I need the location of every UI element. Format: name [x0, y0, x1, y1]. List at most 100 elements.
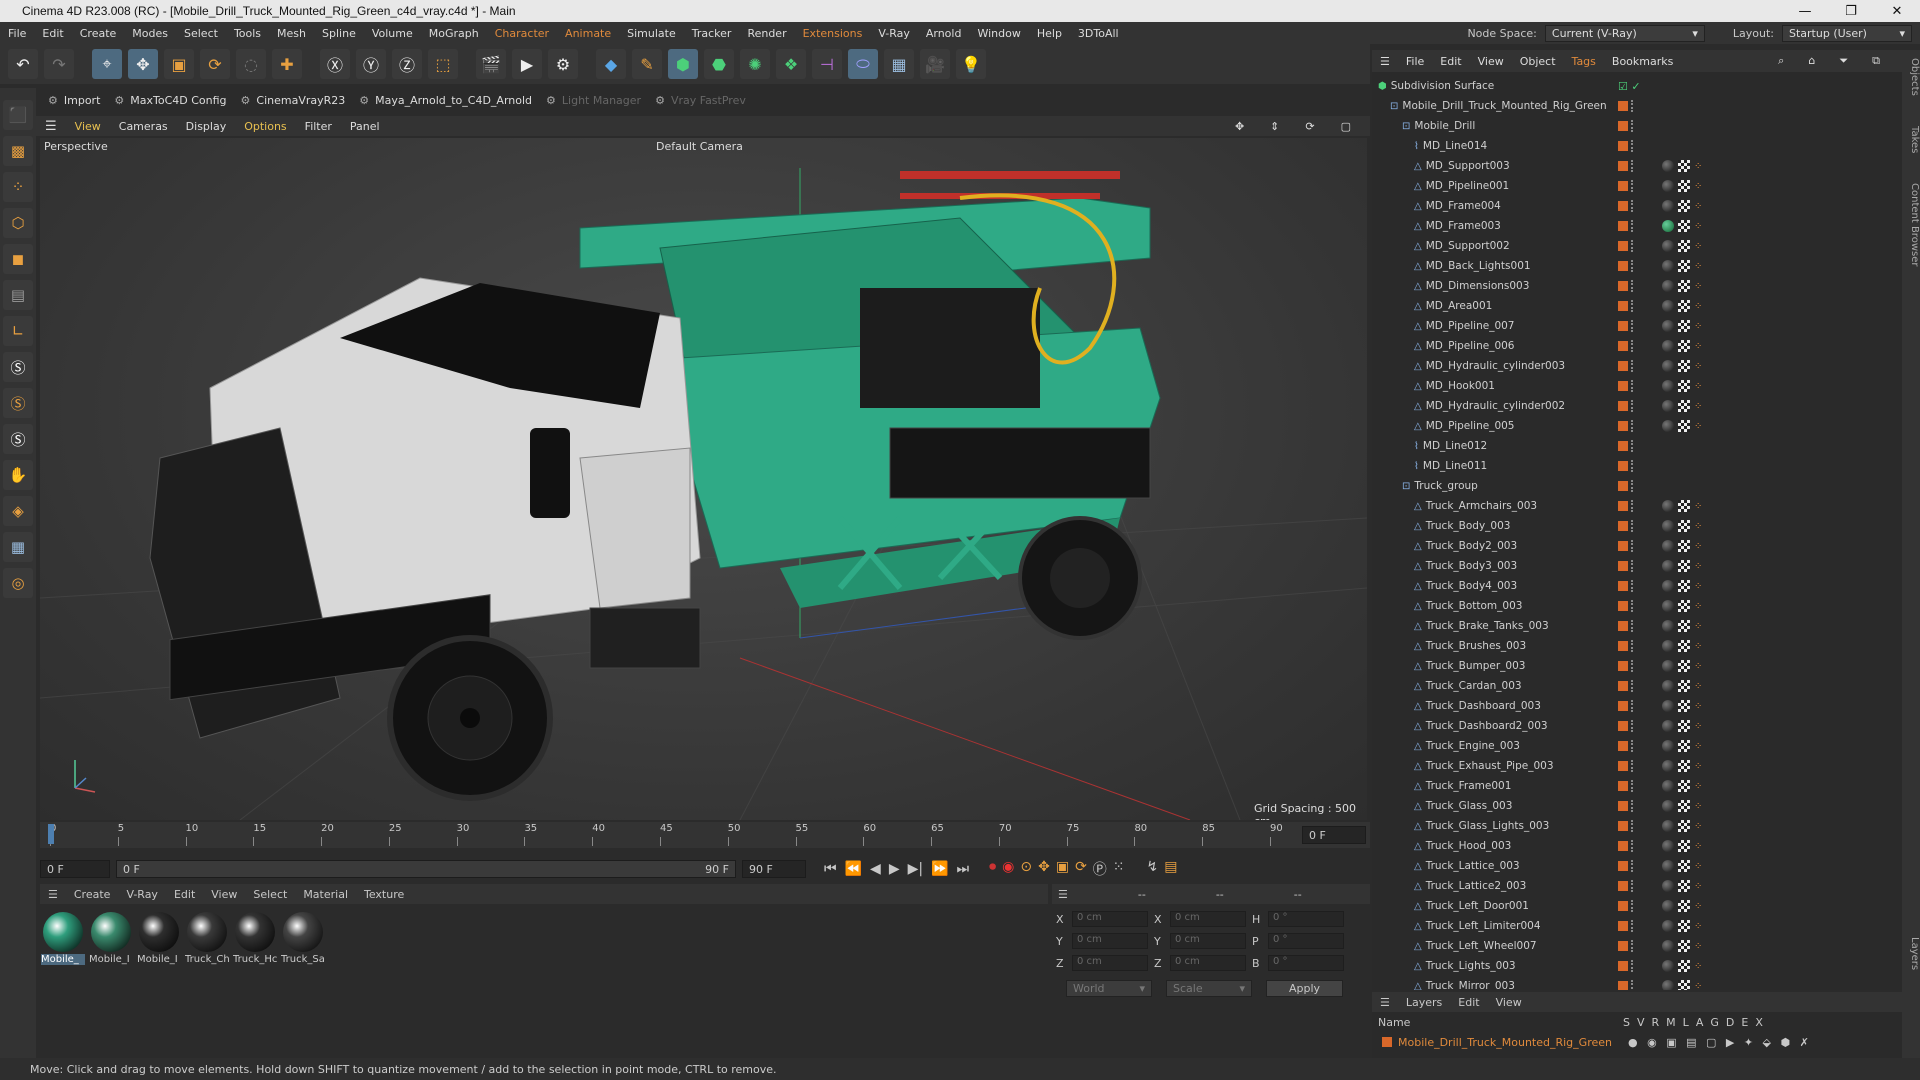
visibility-dots-icon[interactable]: [1631, 560, 1635, 572]
object-visibility[interactable]: [1618, 280, 1635, 292]
material-tag-icon[interactable]: [1662, 400, 1674, 412]
object-visibility[interactable]: [1618, 900, 1635, 912]
axis-mode-icon[interactable]: ∟: [3, 316, 33, 346]
visibility-dots-icon[interactable]: [1631, 500, 1635, 512]
menu-item-create[interactable]: Create: [72, 27, 125, 40]
visibility-dots-icon[interactable]: [1631, 140, 1635, 152]
next-key-icon[interactable]: ⏩: [931, 861, 948, 877]
layer-color-icon[interactable]: [1618, 241, 1628, 251]
object-row[interactable]: △ Truck_Body3_003 ⁘: [1372, 556, 1902, 576]
object-menu-edit[interactable]: Edit: [1432, 55, 1469, 68]
object-row[interactable]: △ Truck_Brake_Tanks_003 ⁘: [1372, 616, 1902, 636]
material-tag-icon[interactable]: [1662, 300, 1674, 312]
layer-color-icon[interactable]: [1618, 481, 1628, 491]
material-menu-view[interactable]: View: [203, 888, 245, 901]
key-scale-icon[interactable]: ▣: [1056, 859, 1069, 879]
object-row[interactable]: △ MD_Support002 ⁘: [1372, 236, 1902, 256]
object-visibility[interactable]: [1618, 820, 1635, 832]
visibility-dots-icon[interactable]: [1631, 820, 1635, 832]
coord-mode-dropdown[interactable]: World ▾: [1066, 980, 1152, 997]
object-visibility[interactable]: [1618, 440, 1635, 452]
visibility-dots-icon[interactable]: [1631, 460, 1635, 472]
object-row[interactable]: △ MD_Hydraulic_cylinder003 ⁘: [1372, 356, 1902, 376]
viewport-menu-view[interactable]: View: [66, 120, 110, 133]
object-row[interactable]: △ Truck_Body2_003 ⁘: [1372, 536, 1902, 556]
hamburger-icon[interactable]: ☰: [1372, 996, 1398, 1009]
workplane-icon[interactable]: ◈: [3, 496, 33, 526]
material-tag-icon[interactable]: [1662, 880, 1674, 892]
menu-item-tracker[interactable]: Tracker: [684, 27, 740, 40]
script-maya-arnold-to-c4d-arnold[interactable]: Maya_Arnold_to_C4D_Arnold: [375, 94, 532, 107]
object-visibility[interactable]: [1618, 540, 1635, 552]
vray-tag-icon[interactable]: ⁘: [1694, 161, 1702, 172]
object-row[interactable]: ⊡ Mobile_Drill: [1372, 116, 1902, 136]
object-row[interactable]: △ Truck_Lattice2_003 ⁘: [1372, 876, 1902, 896]
material-tag-icon[interactable]: [1662, 940, 1674, 952]
vray-tag-icon[interactable]: ⁘: [1694, 901, 1702, 912]
workplane-snap-icon[interactable]: Ⓢ: [3, 424, 33, 454]
visibility-dots-icon[interactable]: [1631, 340, 1635, 352]
vray-tag-icon[interactable]: ⁘: [1694, 501, 1702, 512]
object-visibility[interactable]: [1618, 160, 1635, 172]
material-tag-icon[interactable]: [1662, 980, 1674, 990]
timeline-window-icon[interactable]: ▤: [1164, 859, 1177, 879]
material-menu-v-ray[interactable]: V-Ray: [118, 888, 166, 901]
material-tag-icon[interactable]: [1662, 840, 1674, 852]
material-tag-icon[interactable]: [1662, 920, 1674, 932]
frame-range-slider[interactable]: 0 F 90 F: [116, 860, 736, 878]
layer-color-icon[interactable]: [1618, 101, 1628, 111]
object-visibility[interactable]: [1618, 880, 1635, 892]
add-object-icon[interactable]: ✚: [272, 49, 302, 79]
object-visibility[interactable]: [1618, 920, 1635, 932]
layer-color-icon[interactable]: [1618, 741, 1628, 751]
cloner-icon[interactable]: ✺: [740, 49, 770, 79]
object-row[interactable]: △ Truck_Engine_003 ⁘: [1372, 736, 1902, 756]
material-menu-material[interactable]: Material: [295, 888, 356, 901]
texture-tag-icon[interactable]: [1678, 980, 1690, 990]
menu-item-character[interactable]: Character: [487, 27, 557, 40]
visibility-dots-icon[interactable]: [1631, 740, 1635, 752]
bend-deformer-icon[interactable]: ⊣: [812, 49, 842, 79]
object-visibility[interactable]: [1618, 760, 1635, 772]
visibility-dots-icon[interactable]: [1631, 980, 1635, 990]
hamburger-icon[interactable]: ☰: [36, 119, 66, 134]
object-row[interactable]: △ MD_Area001 ⁘: [1372, 296, 1902, 316]
layer-flags-icons[interactable]: ● ◉ ▣ ▤ ▢ ▶ ✦ ⬙ ⬢ ✗: [1628, 1036, 1812, 1049]
object-row[interactable]: △ MD_Back_Lights001 ⁘: [1372, 256, 1902, 276]
texture-mode-icon[interactable]: ▩: [3, 136, 33, 166]
visibility-dots-icon[interactable]: [1631, 660, 1635, 672]
object-visibility[interactable]: [1618, 960, 1635, 972]
visibility-dots-icon[interactable]: [1631, 700, 1635, 712]
texture-tag-icon[interactable]: [1678, 960, 1690, 972]
layout-dropdown[interactable]: Startup (User) ▾: [1782, 24, 1912, 42]
object-visibility[interactable]: [1618, 400, 1635, 412]
material-tag-icon[interactable]: [1662, 860, 1674, 872]
layer-color-icon[interactable]: [1618, 981, 1628, 990]
script-import[interactable]: Import: [64, 94, 101, 107]
texture-tag-icon[interactable]: [1678, 600, 1690, 612]
planar-workplane-icon[interactable]: ◎: [3, 568, 33, 598]
vray-tag-icon[interactable]: ⁘: [1694, 241, 1702, 252]
vray-tag-icon[interactable]: ⁘: [1694, 921, 1702, 932]
material-tag-icon[interactable]: [1662, 380, 1674, 392]
layer-color-icon[interactable]: [1618, 761, 1628, 771]
material-menu-select[interactable]: Select: [245, 888, 295, 901]
vray-tag-icon[interactable]: ⁘: [1694, 961, 1702, 972]
layer-color-icon[interactable]: [1618, 561, 1628, 571]
right-tab-layers[interactable]: Layers: [1905, 937, 1920, 970]
visibility-dots-icon[interactable]: [1631, 380, 1635, 392]
material-tag-icon[interactable]: [1662, 500, 1674, 512]
texture-tag-icon[interactable]: [1678, 560, 1690, 572]
right-tab-content-browser[interactable]: Content Browser: [1905, 183, 1920, 266]
texture-tag-icon[interactable]: [1678, 920, 1690, 932]
object-row[interactable]: ⊡ Mobile_Drill_Truck_Mounted_Rig_Green: [1372, 96, 1902, 116]
floor-icon[interactable]: ▦: [884, 49, 914, 79]
layer-color-icon[interactable]: [1618, 181, 1628, 191]
enabled-check-icon[interactable]: ☑ ✓: [1618, 80, 1641, 93]
object-row[interactable]: ⌇ MD_Line012: [1372, 436, 1902, 456]
points-mode-icon[interactable]: ⁘: [3, 172, 33, 202]
end-frame-field[interactable]: 90 F: [742, 860, 806, 878]
tweak-mode-icon[interactable]: ✋: [3, 460, 33, 490]
start-frame-field[interactable]: 0 F: [40, 860, 110, 878]
object-row[interactable]: △ MD_Pipeline001 ⁘: [1372, 176, 1902, 196]
